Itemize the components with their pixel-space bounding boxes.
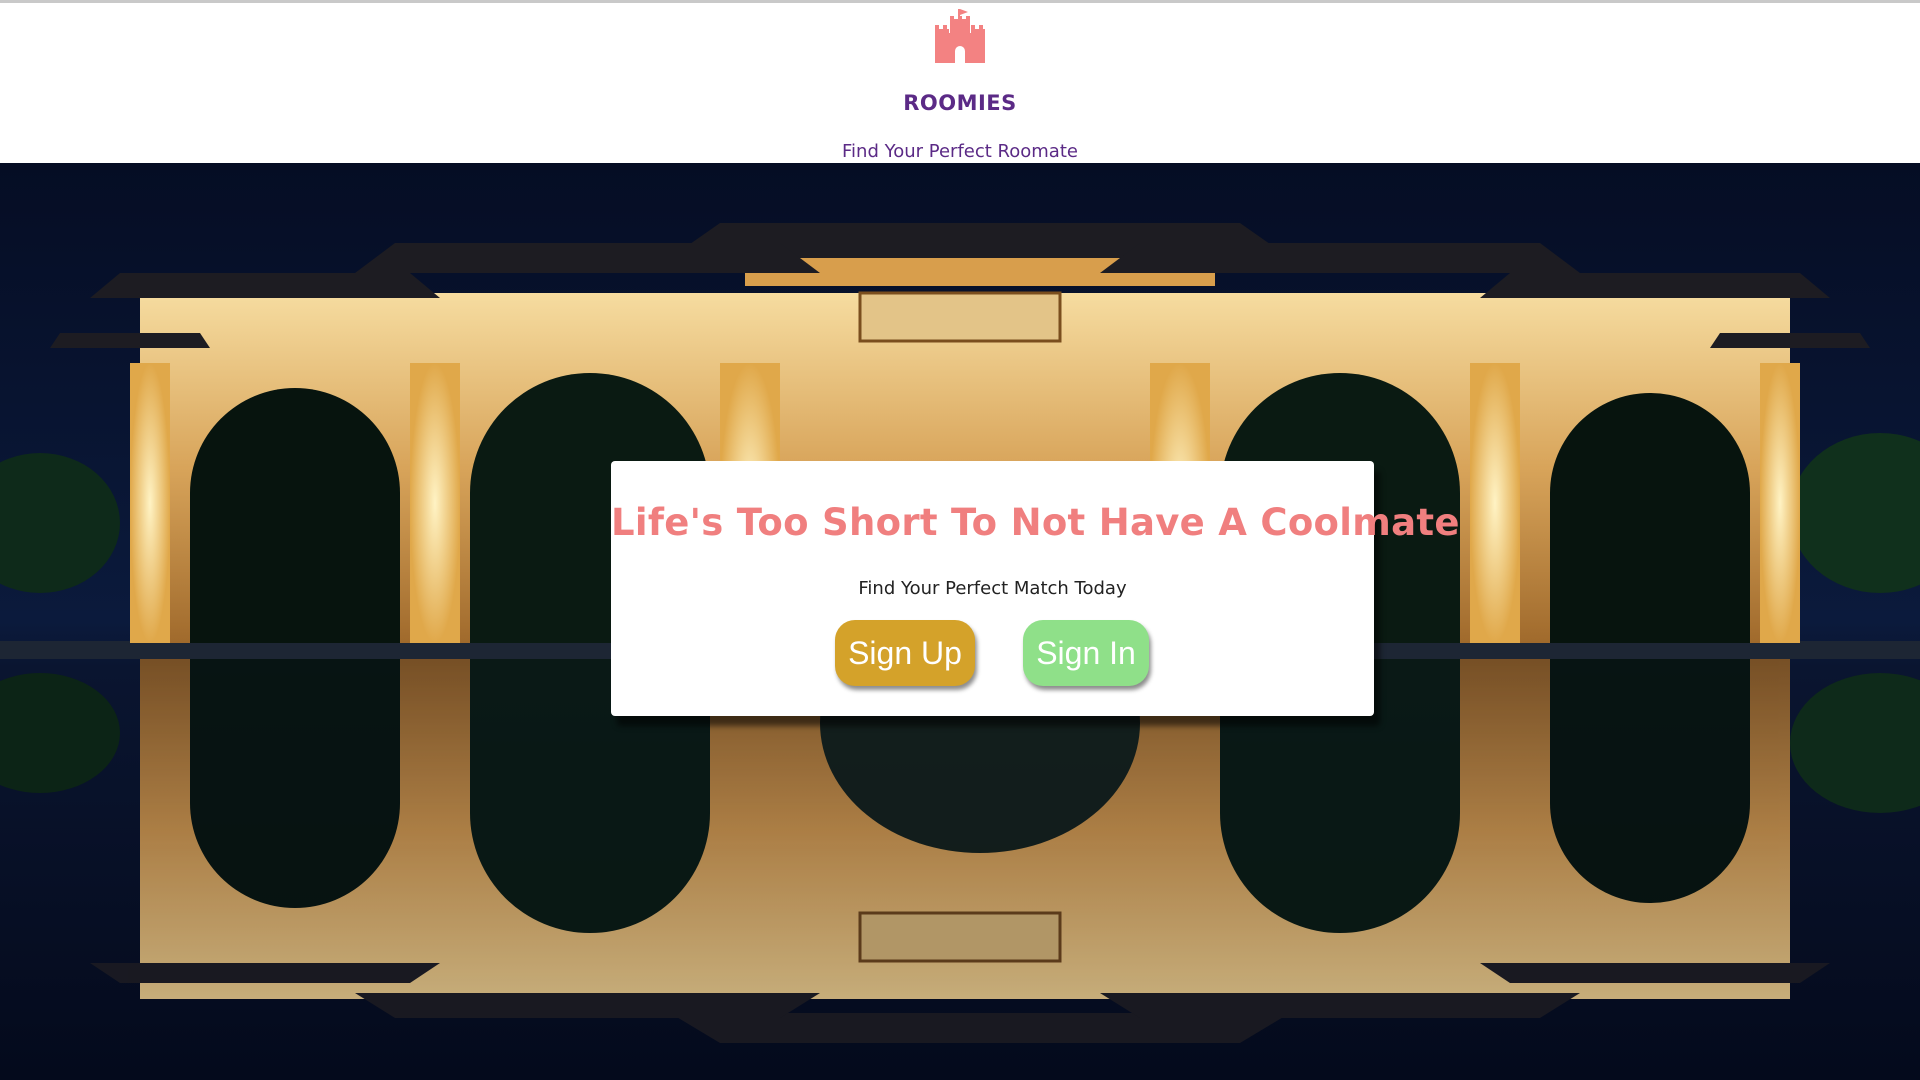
castle-icon[interactable] xyxy=(929,5,991,67)
brand-name[interactable]: ROOMIES xyxy=(0,91,1920,115)
hero-section: Life's Too Short To Not Have A Coolmate … xyxy=(0,163,1920,1080)
card-subtitle: Find Your Perfect Match Today xyxy=(858,578,1127,599)
tagline: Find Your Perfect Roomate xyxy=(842,141,1078,162)
card-title: Life's Too Short To Not Have A Coolmate xyxy=(611,501,1460,544)
site-header: ROOMIES Find Your Perfect Roomate xyxy=(0,3,1920,163)
sign-in-button[interactable]: Sign In xyxy=(1023,620,1149,686)
sign-up-button[interactable]: Sign Up xyxy=(835,620,975,686)
hero-card: Life's Too Short To Not Have A Coolmate … xyxy=(611,461,1460,716)
